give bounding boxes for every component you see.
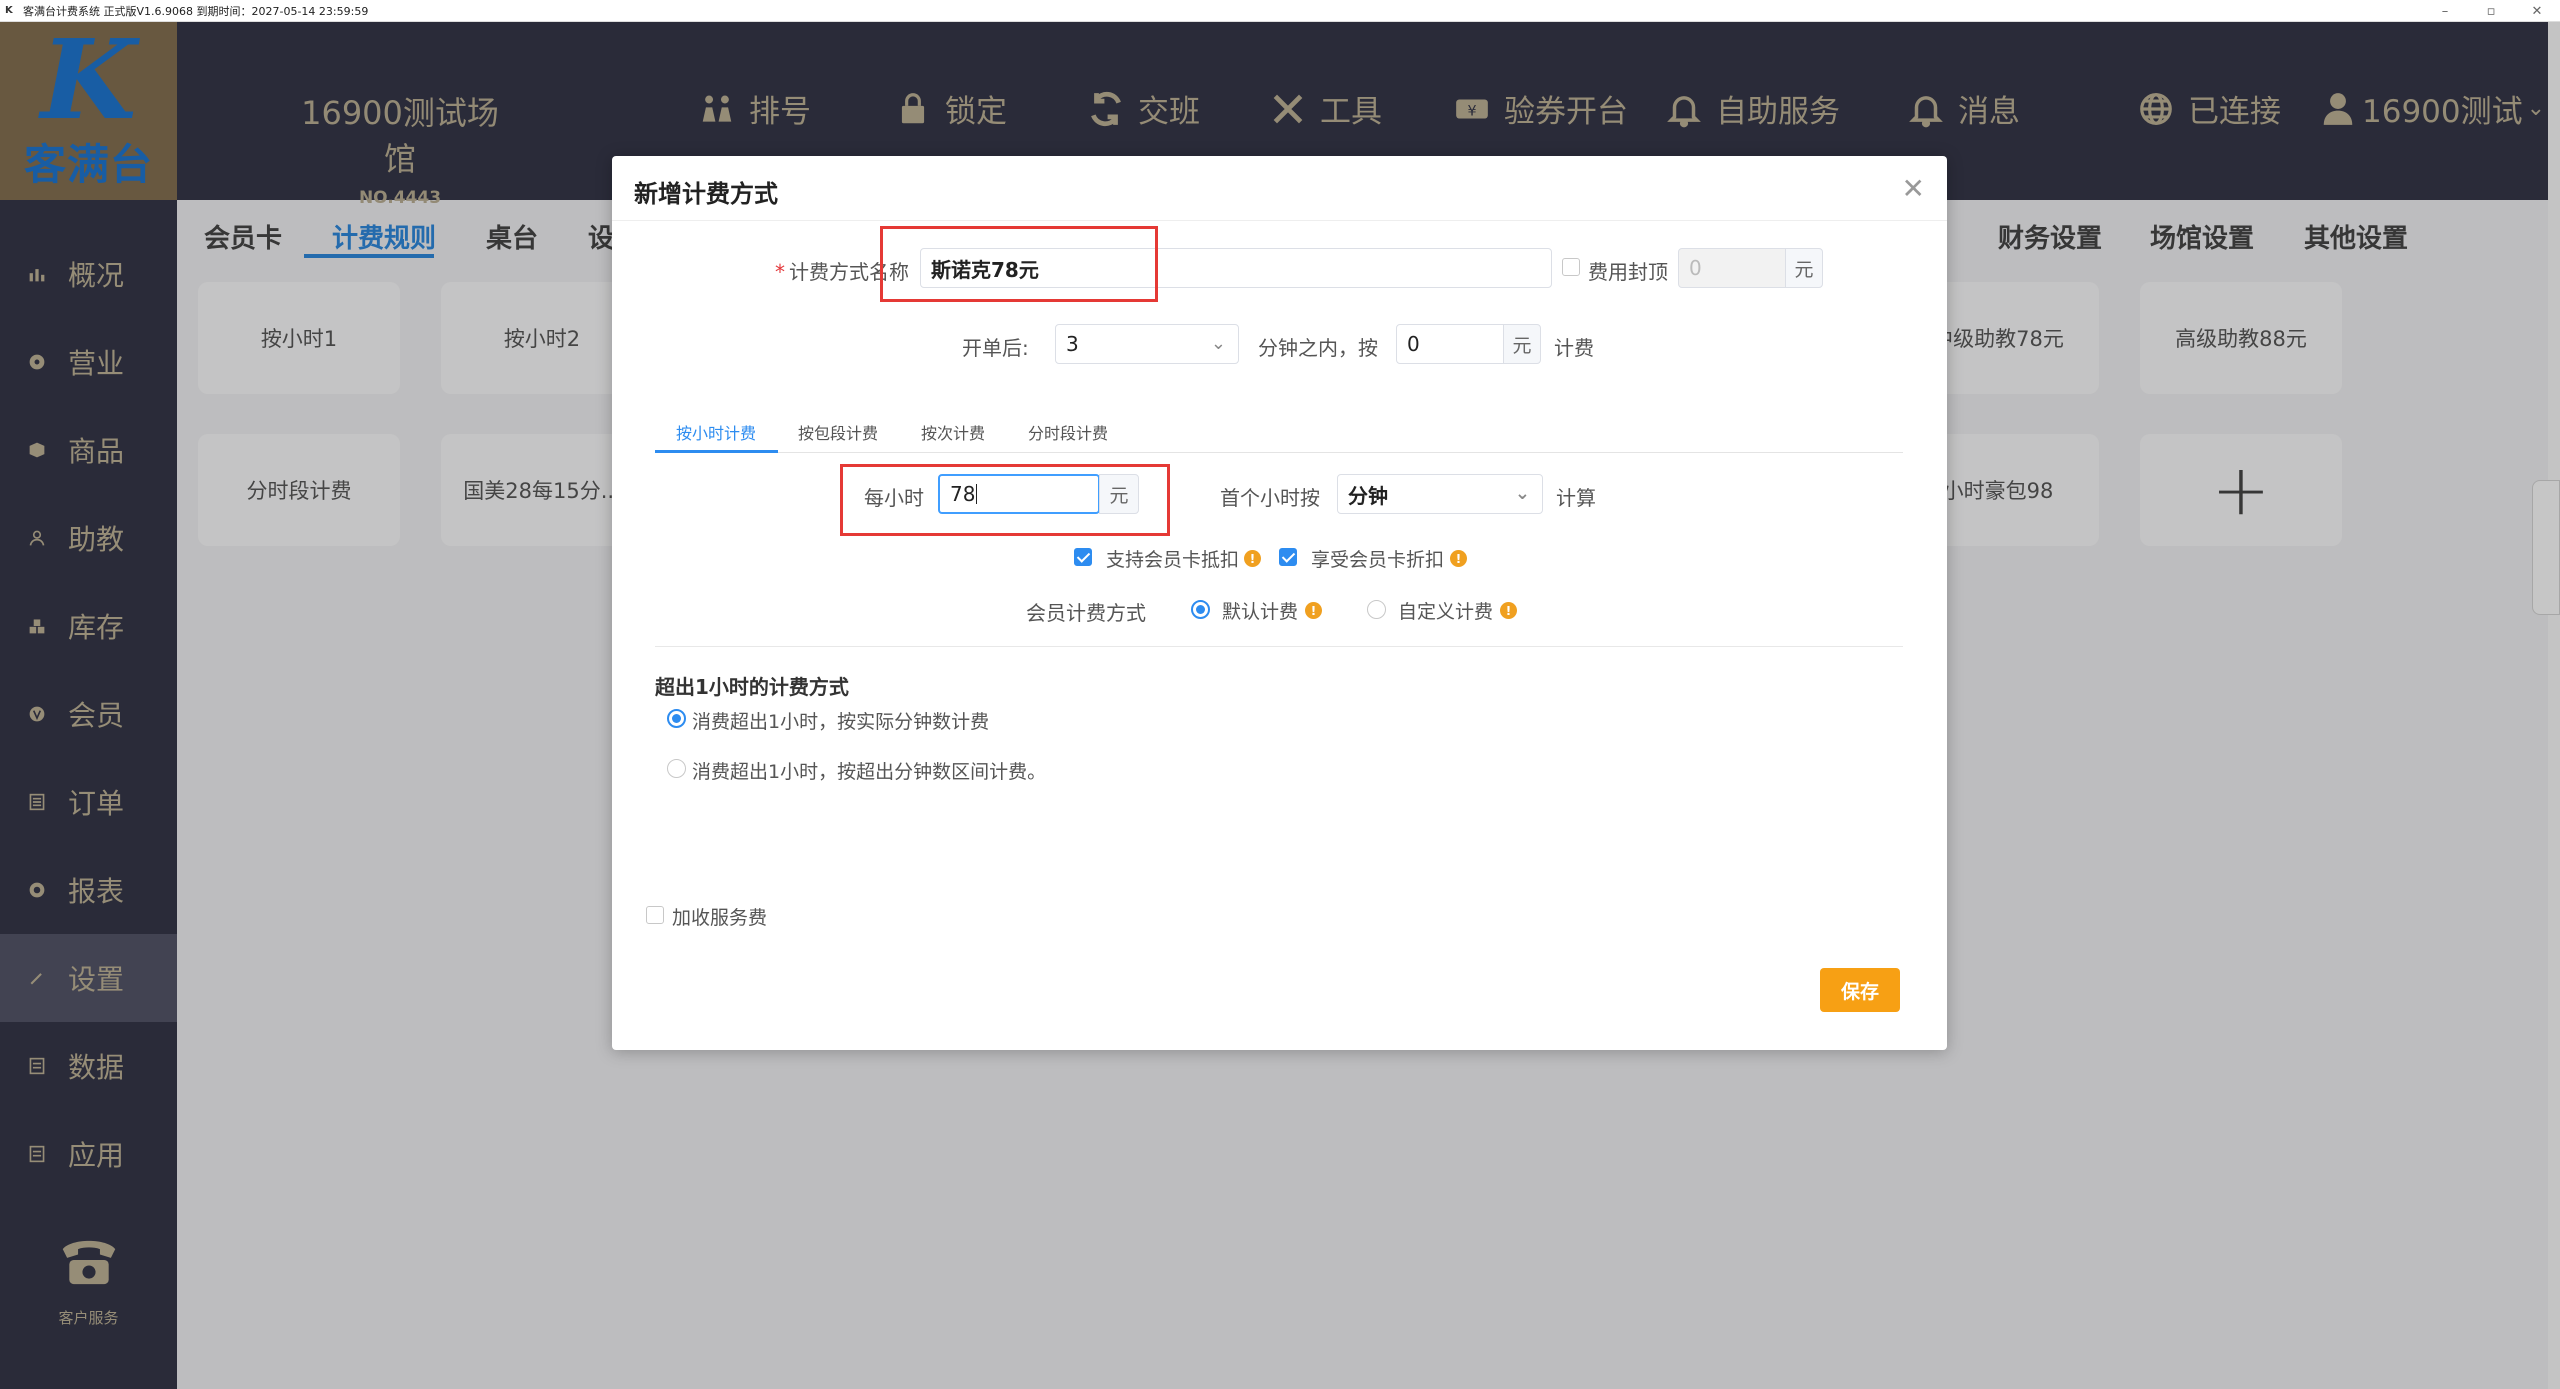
enjoy-member-discount-label: 享受会员卡折扣 xyxy=(1311,549,1445,571)
close-window-button[interactable]: ✕ xyxy=(2514,0,2560,22)
subtab-divider xyxy=(655,452,1903,453)
charge-text: 计费 xyxy=(1554,336,1594,360)
info-icon[interactable]: ! xyxy=(1450,550,1467,567)
minimize-button[interactable]: – xyxy=(2422,0,2468,22)
window-titlebar: K 客满台计费系统 正式版V1.6.9068 到期时间：2027-05-14 2… xyxy=(0,0,2560,22)
divider xyxy=(612,220,1947,221)
info-icon[interactable]: ! xyxy=(1500,602,1517,619)
member-default-radio[interactable] xyxy=(1191,600,1210,619)
member-custom-radio[interactable] xyxy=(1367,600,1386,619)
chevron-down-icon: ⌄ xyxy=(1210,333,1226,354)
within-amount-input[interactable]: 0 xyxy=(1396,324,1504,364)
close-icon[interactable]: ✕ xyxy=(1902,172,1925,205)
service-fee-checkbox[interactable] xyxy=(646,906,664,924)
open-label: 开单后: xyxy=(962,336,1029,360)
enjoy-member-discount-checkbox[interactable] xyxy=(1279,548,1297,566)
info-icon[interactable]: ! xyxy=(1305,602,1322,619)
section-divider xyxy=(655,646,1903,647)
cap-checkbox[interactable] xyxy=(1562,258,1580,276)
cap-amount-input[interactable]: 0 xyxy=(1678,248,1786,288)
service-fee-label: 加收服务费 xyxy=(672,907,768,929)
cap-unit: 元 xyxy=(1785,248,1823,288)
exceed-section-title: 超出1小时的计费方式 xyxy=(655,675,849,699)
subtab-time-period[interactable]: 分时段计费 xyxy=(1028,420,1108,444)
exceed-interval-label: 消费超出1小时，按超出分钟数区间计费。 xyxy=(692,761,1047,783)
exceed-interval-radio[interactable] xyxy=(667,759,686,778)
exceed-actual-minutes-label: 消费超出1小时，按实际分钟数计费 xyxy=(692,711,990,733)
member-default-label: 默认计费 xyxy=(1222,601,1299,623)
within-unit: 元 xyxy=(1503,324,1541,364)
member-billing-label: 会员计费方式 xyxy=(1026,601,1146,625)
calc-text: 计算 xyxy=(1556,486,1596,510)
subtab-per-use[interactable]: 按次计费 xyxy=(921,420,985,444)
highlight-box-per-hour xyxy=(840,464,1170,536)
first-hour-label: 首个小时按 xyxy=(1220,486,1320,510)
within-text: 分钟之内，按 xyxy=(1258,336,1378,360)
maximize-button[interactable]: ▫ xyxy=(2468,0,2514,22)
member-custom-label: 自定义计费 xyxy=(1398,601,1494,623)
subtab-package[interactable]: 按包段计费 xyxy=(798,420,878,444)
chevron-down-icon: ⌄ xyxy=(1514,483,1530,504)
first-hour-select[interactable]: 分钟 ⌄ xyxy=(1337,474,1543,514)
subtab-hourly[interactable]: 按小时计费 xyxy=(676,420,756,444)
open-minutes-select[interactable]: 3 ⌄ xyxy=(1055,324,1239,364)
save-button[interactable]: 保存 xyxy=(1820,968,1900,1012)
info-icon[interactable]: ! xyxy=(1244,550,1261,567)
support-member-deduct-checkbox[interactable] xyxy=(1074,548,1092,566)
support-member-deduct-label: 支持会员卡抵扣 xyxy=(1106,549,1240,571)
active-subtab-underline xyxy=(655,450,778,453)
cap-label: 费用封顶 xyxy=(1588,260,1668,284)
dialog-title: 新增计费方式 xyxy=(634,180,778,208)
highlight-box-name xyxy=(880,226,1158,302)
app-small-logo-icon: K xyxy=(5,4,13,16)
add-billing-dialog: 新增计费方式 ✕ * 计费方式名称 斯诺克78元 费用封顶 0 元 开单后: 3 ⌄… xyxy=(612,156,1947,1050)
exceed-actual-minutes-radio[interactable] xyxy=(667,709,686,728)
